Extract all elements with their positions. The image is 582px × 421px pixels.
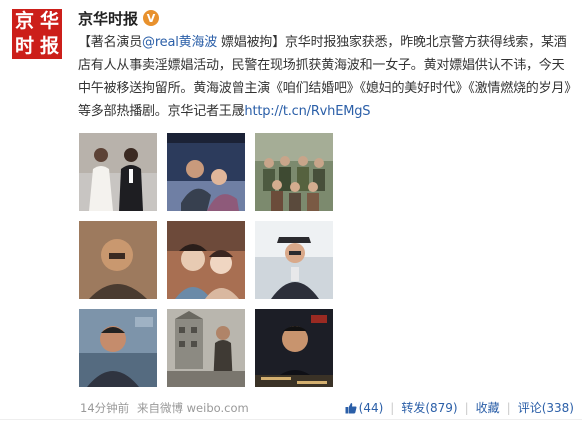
post-content: 【著名演员@real黄海波 嫖娼被拘】京华时报独家获悉，昨晚北京警方获得线索，某…: [78, 31, 576, 123]
avatar[interactable]: 京 华 时 报: [12, 9, 62, 59]
repost-button[interactable]: 转发(879): [401, 399, 457, 416]
photo-thumb[interactable]: [255, 221, 333, 299]
like-count: (44): [358, 400, 384, 415]
verified-icon: V: [143, 10, 160, 26]
action-divider: |: [506, 400, 511, 415]
weibo-post: 京 华 时 报 京华时报 V 【著名演员@real黄海波 嫖娼被拘】京华时报独家…: [0, 0, 582, 421]
avatar-char: 京: [14, 10, 34, 32]
photo-thumb[interactable]: [167, 309, 245, 387]
photo-thumb[interactable]: [79, 221, 157, 299]
photo-thumb[interactable]: [167, 133, 245, 211]
avatar-char: 时: [14, 35, 34, 57]
portrait-photo: [79, 221, 157, 299]
post-source: 来自微博 weibo.com: [137, 400, 249, 416]
action-divider: |: [390, 400, 395, 415]
avatar-char: 报: [39, 35, 59, 57]
photo-thumb[interactable]: [79, 309, 157, 387]
like-button[interactable]: (44): [345, 400, 384, 415]
thumbs-up-icon: [345, 402, 357, 413]
mention-link[interactable]: @real黄海波: [142, 35, 217, 50]
author-line: 京华时报 V: [78, 7, 160, 29]
favorite-button[interactable]: 收藏: [476, 399, 500, 416]
action-divider: |: [464, 400, 469, 415]
photo-thumb[interactable]: [167, 221, 245, 299]
group-photo: [255, 133, 333, 211]
photo-thumb[interactable]: [79, 133, 157, 211]
short-link[interactable]: http://t.cn/RvhEMgS: [244, 104, 370, 119]
poster-photo: [255, 309, 333, 387]
couple-photo: [167, 133, 245, 211]
avatar-char: 华: [39, 10, 59, 32]
action-bar: (44) | 转发(879) | 收藏 | 评论(338): [345, 399, 574, 416]
photo-thumb[interactable]: [255, 133, 333, 211]
post-tag: 【著名演员: [78, 35, 143, 50]
street-scene-photo: [167, 309, 245, 387]
source-prefix: 来自: [137, 401, 160, 415]
post-tag-end: 嫖娼被拘】: [217, 35, 285, 50]
wedding-photo: [79, 133, 157, 211]
post-time[interactable]: 14分钟前: [80, 400, 129, 416]
gentleman-photo: [255, 221, 333, 299]
photo-thumb[interactable]: [255, 309, 333, 387]
author-name[interactable]: 京华时报: [78, 8, 138, 29]
interview-photo: [79, 309, 157, 387]
comment-button[interactable]: 评论(338): [518, 399, 574, 416]
divider: [0, 419, 582, 420]
source-link[interactable]: 微博 weibo.com: [160, 401, 249, 415]
period-drama-photo: [167, 221, 245, 299]
post-footer: 14分钟前 来自微博 weibo.com (44) | 转发(879) | 收藏…: [78, 398, 578, 416]
